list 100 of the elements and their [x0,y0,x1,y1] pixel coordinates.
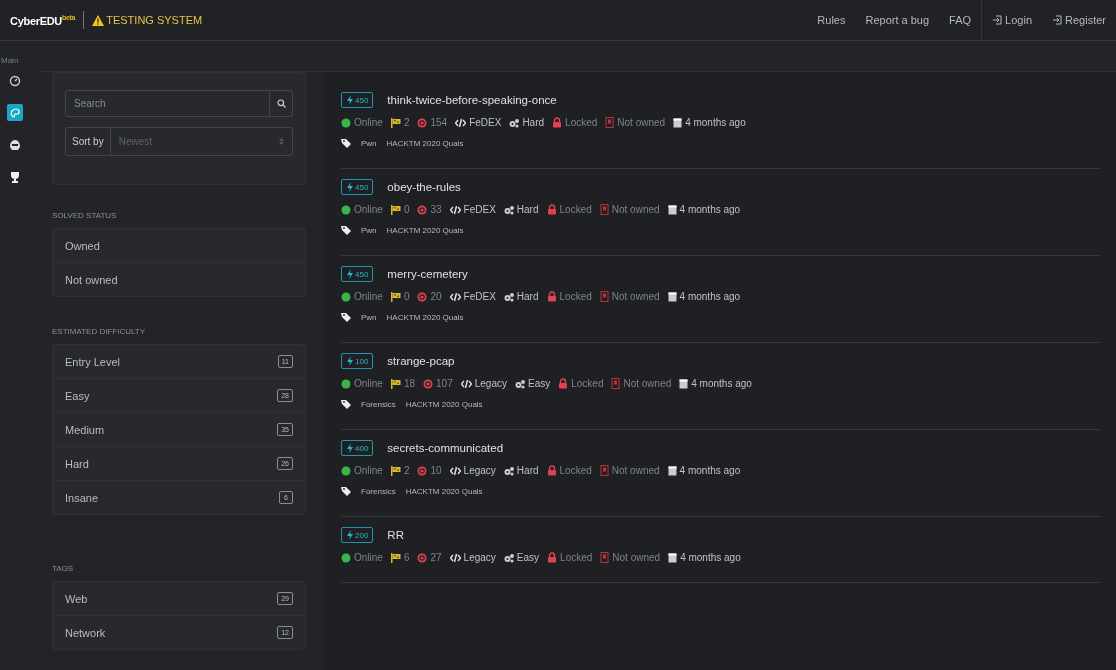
tag-label[interactable]: Forensics [361,399,396,409]
difficulty-label: Easy [527,378,551,389]
search-field[interactable]: Search [65,90,270,117]
nav-link[interactable]: Login [992,14,1033,26]
lock-icon [546,204,557,215]
owned-status: Not owned [611,204,660,215]
code-icon [449,552,461,563]
challenge-title[interactable]: obey-the-rules [387,181,461,193]
challenge-title[interactable]: think-twice-before-speaking-once [387,94,557,106]
id-badge-icon [599,204,609,215]
attempts-count: 33 [430,204,442,215]
tag-icon [341,312,351,322]
tag-label[interactable]: HACKTM 2020 Quals [386,225,464,235]
search-button[interactable] [270,90,293,117]
flag-icon [390,465,401,476]
challenge-title[interactable]: merry-cemetery [387,268,468,280]
flag-icon [390,552,401,563]
points-badge: 200 [341,527,374,543]
sort-select[interactable]: Sort by Newest [65,127,293,156]
status-dot [341,291,351,302]
difficulty-label: Hard [516,204,539,215]
tag-label[interactable]: HACKTM 2020 Quals [405,399,483,409]
points-badge: 100 [341,353,374,369]
nav-link[interactable]: Register [1052,14,1106,26]
tag-label[interactable]: Pwn [361,312,377,322]
tag-label[interactable]: HACKTM 2020 Quals [386,312,464,322]
solves-count: 2 [403,465,410,476]
lock-status: Locked [560,552,593,563]
tag-icon [341,486,351,496]
difficulty-label: Hard [516,291,539,302]
age-text: 4 months ago [680,552,741,563]
lock-icon [546,465,557,476]
status-dot [341,204,351,215]
id-badge-icon [605,117,615,128]
engine-label: FeDEX [463,204,496,215]
status-dot [341,378,351,389]
filter-item[interactable]: Not owned [53,263,305,296]
flag-icon [390,204,401,215]
solves-count: 6 [403,552,410,563]
calendar-icon [667,291,677,302]
sign-in-icon [1052,15,1063,25]
nav-link[interactable]: FAQ [949,14,972,26]
code-icon [460,378,472,389]
brand-logo[interactable]: CyberEDU$^{beta}$ [10,13,76,27]
status-text: Online [354,465,383,476]
challenge-title[interactable]: strange-pcap [387,355,455,367]
lock-status: Locked [565,117,598,128]
gears-icon [503,552,514,563]
status-text: Online [354,552,383,563]
tag-icon [341,399,351,409]
id-badge-icon [599,465,609,476]
tag-label[interactable]: HACKTM 2020 Quals [405,486,483,496]
tag-label[interactable]: HACKTM 2020 Quals [386,138,464,148]
lock-icon [558,378,569,389]
engine-label: Legacy [474,378,507,389]
status-dot [341,117,351,128]
code-icon [455,117,467,128]
lightning-icon [346,95,353,105]
attempts-count: 107 [436,378,453,389]
nav-link[interactable]: Report a bug [865,14,930,26]
solves-count: 0 [403,204,410,215]
attempts-count: 154 [430,117,448,128]
challenge-title[interactable]: RR [387,529,404,541]
lock-icon [546,291,557,302]
gears-icon [509,117,520,128]
calendar-icon [668,552,678,563]
rail-heading: Main [1,56,19,65]
lock-status: Locked [559,291,592,302]
tag-label[interactable]: Pwn [361,138,377,148]
testing-notice: TESTING SYSTEM [106,14,203,26]
tag-label[interactable]: Forensics [361,486,396,496]
lightning-icon [346,269,353,279]
attempts-count: 27 [430,552,442,563]
filter-item[interactable]: Owned [53,229,305,263]
owned-status: Not owned [612,552,661,563]
id-badge-icon [599,291,609,302]
dropdown-arrows-icon [279,138,284,145]
age-text: 4 months ago [691,378,752,389]
sign-in-icon [992,15,1003,25]
tag-label[interactable]: Pwn [361,225,377,235]
filter-label: Hard [65,457,89,470]
engine-label: FeDEX [463,291,496,302]
calendar-icon [679,378,689,389]
target-icon [417,552,428,563]
nav-link[interactable]: Rules [817,14,846,26]
points-badge: 450 [341,92,374,108]
points-badge: 450 [341,266,374,282]
flag-icon [390,117,401,128]
target-icon [417,204,428,215]
filter-label: Entry Level [65,355,121,368]
lightning-icon [346,356,353,366]
difficulty-label: Hard [522,117,545,128]
tag-icon [341,138,351,148]
challenge-title[interactable]: secrets-communicated [387,442,504,454]
engine-label: Legacy [463,552,496,563]
filter-label: Insane [65,491,99,504]
points-badge: 450 [341,179,374,195]
target-icon [417,291,428,302]
lock-icon [547,552,558,563]
calendar-icon [667,465,677,476]
